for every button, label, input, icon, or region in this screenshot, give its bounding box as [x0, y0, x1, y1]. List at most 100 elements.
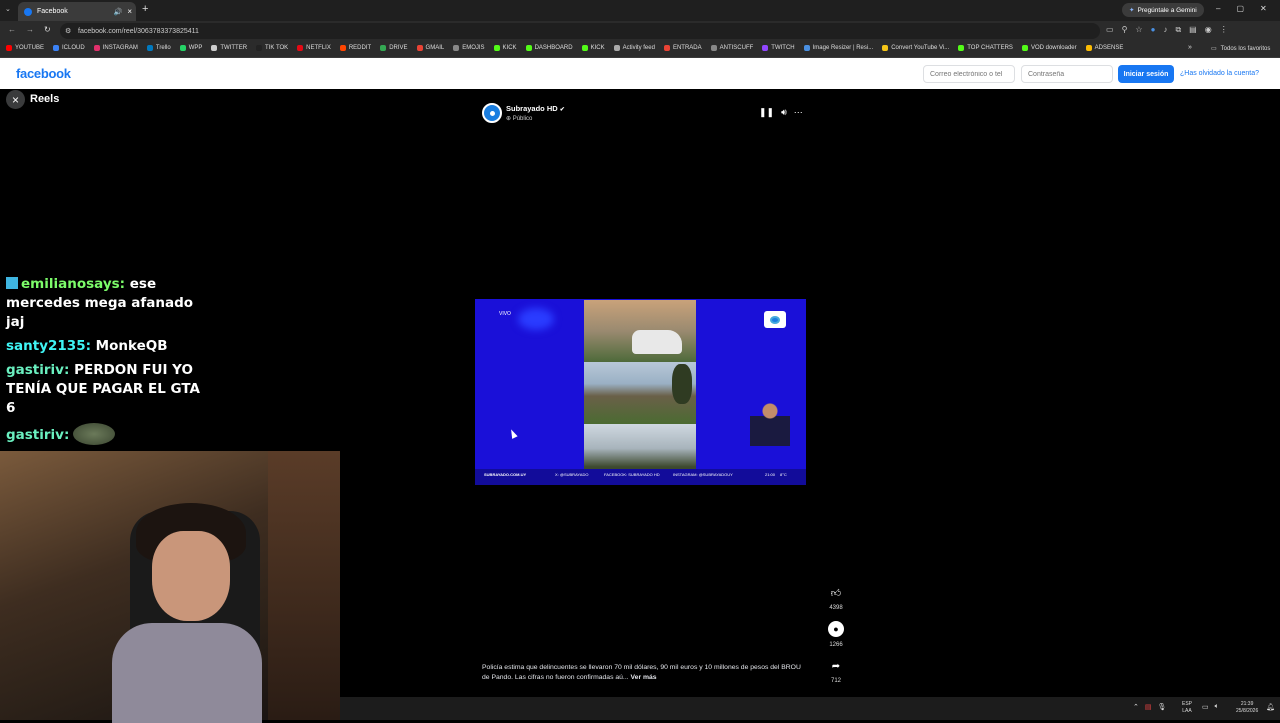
- extension-icon[interactable]: ●: [1151, 25, 1156, 35]
- bookmark-item[interactable]: TWITCH: [762, 45, 795, 51]
- comment-button[interactable]: ●: [828, 621, 844, 637]
- browser-tab-facebook[interactable]: Facebook 🔊 ×: [18, 2, 136, 21]
- share-button[interactable]: ➦: [828, 658, 844, 674]
- bookmark-item[interactable]: VOD downloader: [1021, 45, 1077, 51]
- bookmark-item[interactable]: TWITTER: [211, 45, 247, 51]
- minimize-icon[interactable]: –: [1216, 4, 1220, 13]
- profile-icon[interactable]: ◉: [1205, 25, 1212, 35]
- page-name-text: Subrayado HD: [506, 104, 558, 113]
- page-avatar[interactable]: [482, 103, 502, 123]
- language-code: ESP: [1182, 701, 1193, 707]
- bookmark-star-icon[interactable]: ☆: [1135, 25, 1142, 35]
- tray-chevron-icon[interactable]: ⌃: [1133, 703, 1139, 711]
- forgot-account-link[interactable]: ¿Has olvidado la cuenta?: [1180, 70, 1259, 77]
- bookmark-item[interactable]: YOUTUBE: [6, 45, 44, 51]
- media-icon[interactable]: ♪: [1163, 25, 1167, 35]
- streamer-face: [152, 531, 230, 621]
- bookmark-item[interactable]: ANTISCUFF: [710, 45, 753, 51]
- like-count: 4398: [829, 605, 843, 611]
- bookmark-item[interactable]: REDDIT: [339, 45, 372, 51]
- login-button[interactable]: Iniciar sesión: [1118, 65, 1174, 83]
- car-shape: [632, 330, 682, 354]
- bookmark-favicon-icon: [179, 45, 186, 51]
- tab-audio-icon[interactable]: 🔊: [114, 8, 123, 16]
- translate-icon[interactable]: ⚲: [1122, 25, 1128, 35]
- bookmark-item[interactable]: TIK TOK: [256, 45, 288, 51]
- bookmark-item[interactable]: NETFLIX: [297, 45, 331, 51]
- extensions-puzzle-icon[interactable]: ⧉: [1175, 25, 1181, 35]
- see-more-link[interactable]: Ver más: [631, 674, 657, 681]
- gemini-button[interactable]: ✦ Pregúntale a Gemini: [1122, 3, 1204, 17]
- menu-icon[interactable]: ⋮: [1220, 25, 1228, 35]
- more-options-icon[interactable]: ⋯: [794, 107, 803, 118]
- pause-icon[interactable]: ❚❚: [759, 107, 774, 118]
- bookmark-label: WPP: [188, 45, 203, 51]
- install-icon[interactable]: ▭: [1106, 25, 1114, 35]
- volume-icon[interactable]: 🔊︎: [781, 107, 787, 118]
- maximize-icon[interactable]: ▢: [1236, 4, 1244, 13]
- tab-list-icon[interactable]: ⌄: [5, 5, 11, 13]
- tray-app-icon[interactable]: ▤: [1145, 703, 1152, 711]
- bookmark-item[interactable]: DASHBOARD: [525, 45, 573, 51]
- bookmark-item[interactable]: ADSENSE: [1085, 45, 1123, 51]
- site-info-icon[interactable]: ⚙: [65, 27, 71, 35]
- email-field[interactable]: [923, 65, 1015, 83]
- bookmark-favicon-icon: [339, 45, 346, 51]
- back-icon[interactable]: ←: [8, 25, 16, 34]
- bookmark-label: Convert YouTube Vi...: [891, 45, 950, 51]
- bookmark-item[interactable]: Activity feed: [613, 45, 655, 51]
- window-close-icon[interactable]: ✕: [1260, 4, 1267, 13]
- bookmark-item[interactable]: WPP: [179, 45, 203, 51]
- thumbs-up-icon: 👍︎: [830, 588, 842, 599]
- bookmark-item[interactable]: KICK: [581, 45, 605, 51]
- url-field[interactable]: ⚙ facebook.com/reel/3063783373825411: [60, 23, 1100, 39]
- bookmark-label: Image Resizer | Resi...: [812, 45, 874, 51]
- news-photo-field: [584, 362, 696, 424]
- close-reels-button[interactable]: ×: [6, 90, 25, 109]
- ticker-instagram: INSTAGRAM: @SUBRAYADOUY: [673, 472, 733, 477]
- clock[interactable]: 21:39 25/8/2026: [1236, 701, 1258, 715]
- reload-icon[interactable]: ↻: [44, 25, 51, 34]
- language-indicator[interactable]: ESP LAA: [1182, 701, 1192, 715]
- bookmark-label: ICLOUD: [62, 45, 85, 51]
- nav-buttons: ← → ↻: [8, 25, 51, 34]
- password-field[interactable]: [1021, 65, 1113, 83]
- bookmark-item[interactable]: INSTAGRAM: [93, 45, 138, 51]
- bookmark-label: TWITCH: [771, 45, 795, 51]
- clock-date: 25/8/2026: [1236, 708, 1259, 714]
- network-icon[interactable]: ▭: [1202, 703, 1209, 711]
- verified-icon: ✔: [559, 107, 565, 113]
- new-tab-icon[interactable]: +: [142, 3, 148, 15]
- bookmark-item[interactable]: TOP CHATTERS: [958, 45, 1013, 51]
- bookmark-item[interactable]: KICK: [493, 45, 517, 51]
- privacy-text: Público: [512, 116, 533, 122]
- bookmark-item[interactable]: Image Resizer | Resi...: [803, 45, 874, 51]
- notification-icon[interactable]: 🔔︎: [1266, 703, 1275, 711]
- forward-icon[interactable]: →: [26, 25, 34, 34]
- bookmarks-overflow-icon[interactable]: »: [1188, 44, 1192, 51]
- tray-mic-icon[interactable]: 🎙︎: [1158, 703, 1167, 711]
- chat-username: santy2135:: [6, 338, 91, 354]
- bookmark-item[interactable]: ENTRADA: [663, 45, 702, 51]
- ticker-time: 21:00: [765, 472, 776, 477]
- like-button[interactable]: 👍︎: [828, 585, 844, 601]
- chat-message: emilianosays: ese mercedes mega afanado …: [6, 275, 211, 332]
- speaker-icon[interactable]: 🔈︎: [1215, 703, 1219, 711]
- globe-icon: ⊕: [506, 116, 512, 122]
- bookmark-item[interactable]: Convert YouTube Vi...: [882, 45, 949, 51]
- all-bookmarks[interactable]: ▭ Todos los favoritos: [1211, 45, 1270, 53]
- window-controls: – ▢ ✕: [1216, 4, 1267, 13]
- page-name[interactable]: Subrayado HD ✔: [506, 104, 565, 113]
- bookmark-item[interactable]: EMOJIS: [453, 45, 485, 51]
- facebook-logo[interactable]: facebook: [16, 66, 71, 81]
- channel-logo-icon: [764, 311, 786, 328]
- sidebar-icon[interactable]: ▤: [1189, 25, 1197, 35]
- tab-close-icon[interactable]: ×: [127, 7, 132, 16]
- bookmark-label: TWITTER: [220, 45, 248, 51]
- bookmark-label: REDDIT: [348, 45, 372, 51]
- bookmark-item[interactable]: GMAIL: [416, 45, 444, 51]
- bookmark-item[interactable]: Trello: [146, 45, 171, 51]
- bookmark-item[interactable]: DRIVE: [380, 45, 408, 51]
- bookmark-item[interactable]: ICLOUD: [53, 45, 85, 51]
- chat-emote-icon: [73, 423, 116, 445]
